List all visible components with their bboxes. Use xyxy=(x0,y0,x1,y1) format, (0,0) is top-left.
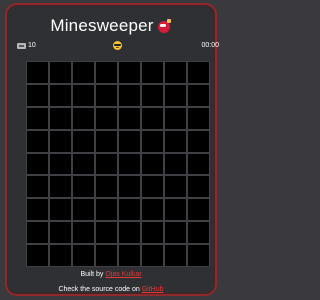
status-bar: 10 00:00 xyxy=(17,40,219,52)
minefield-cell[interactable] xyxy=(142,84,163,106)
sunglasses-face-icon xyxy=(114,44,121,46)
minefield-cell[interactable] xyxy=(119,199,140,221)
minefield-cell[interactable] xyxy=(27,245,48,266)
minefield-cell[interactable] xyxy=(27,176,48,198)
page-title: Minesweeper xyxy=(50,16,154,35)
minefield-cell[interactable] xyxy=(96,176,117,198)
minefield-cell[interactable] xyxy=(27,130,48,152)
built-by-text: Built by xyxy=(80,271,104,278)
minefield-cell[interactable] xyxy=(27,222,48,244)
minefield-cell[interactable] xyxy=(119,84,140,106)
minefield-cell[interactable] xyxy=(73,153,94,175)
minefield-cell[interactable] xyxy=(188,107,209,129)
minefield-cell[interactable] xyxy=(96,199,117,221)
minefield-cell[interactable] xyxy=(96,222,117,244)
minefield-cell[interactable] xyxy=(119,62,140,83)
minefield-cell[interactable] xyxy=(188,62,209,83)
minefield-cell[interactable] xyxy=(50,176,71,198)
minefield-cell[interactable] xyxy=(119,222,140,244)
minefield-cell[interactable] xyxy=(142,222,163,244)
minefield-cell[interactable] xyxy=(142,245,163,266)
flag-counter-icon xyxy=(17,43,26,49)
minefield-cell[interactable] xyxy=(27,107,48,129)
minefield-cell[interactable] xyxy=(96,62,117,83)
minefield-cell[interactable] xyxy=(50,199,71,221)
minefield-cell[interactable] xyxy=(188,176,209,198)
minefield-cell[interactable] xyxy=(165,62,186,83)
timer: 00:00 xyxy=(201,42,219,49)
minefield-cell[interactable] xyxy=(50,107,71,129)
built-by-line: Built by Ojas Kulkar xyxy=(7,270,215,280)
author-link[interactable]: Ojas Kulkar xyxy=(105,271,141,278)
minefield-cell[interactable] xyxy=(96,130,117,152)
minefield-cell[interactable] xyxy=(27,84,48,106)
minefield-cell[interactable] xyxy=(188,130,209,152)
minefield-cell[interactable] xyxy=(119,245,140,266)
flags-remaining: 10 xyxy=(28,42,36,49)
minefield-cell[interactable] xyxy=(142,130,163,152)
minefield-cell[interactable] xyxy=(73,62,94,83)
minefield-cell[interactable] xyxy=(142,153,163,175)
minefield-cell[interactable] xyxy=(27,153,48,175)
minefield-cell[interactable] xyxy=(73,222,94,244)
minefield-cell[interactable] xyxy=(50,153,71,175)
minefield-cell[interactable] xyxy=(96,245,117,266)
minefield-cell[interactable] xyxy=(142,107,163,129)
minefield-cell[interactable] xyxy=(96,84,117,106)
minefield-cell[interactable] xyxy=(119,176,140,198)
minefield-cell[interactable] xyxy=(165,222,186,244)
game-frame: Minesweeper 10 00:00 Built by Ojas Kulka… xyxy=(5,3,219,296)
minefield-cell[interactable] xyxy=(27,62,48,83)
flag-counter: 10 xyxy=(17,40,36,52)
source-line: Check the source code on GitHub xyxy=(7,285,215,295)
minefield-cell[interactable] xyxy=(50,84,71,106)
minefield-cell[interactable] xyxy=(165,176,186,198)
minefield-grid xyxy=(26,61,210,267)
minefield-cell[interactable] xyxy=(119,130,140,152)
minefield-cell[interactable] xyxy=(50,222,71,244)
minefield-cell[interactable] xyxy=(165,84,186,106)
minefield-cell[interactable] xyxy=(73,245,94,266)
minefield-cell[interactable] xyxy=(188,153,209,175)
minefield-cell[interactable] xyxy=(73,199,94,221)
reset-face-button[interactable] xyxy=(113,41,122,50)
minefield-cell[interactable] xyxy=(165,199,186,221)
minefield-cell[interactable] xyxy=(188,245,209,266)
minefield-cell[interactable] xyxy=(50,62,71,83)
bomb-icon xyxy=(157,19,172,33)
minefield-cell[interactable] xyxy=(142,62,163,83)
minefield-cell[interactable] xyxy=(188,199,209,221)
minefield-cell[interactable] xyxy=(142,176,163,198)
minefield-cell[interactable] xyxy=(142,199,163,221)
minefield-cell[interactable] xyxy=(188,222,209,244)
minefield-cell[interactable] xyxy=(165,245,186,266)
minefield-cell[interactable] xyxy=(165,153,186,175)
minefield-cell[interactable] xyxy=(50,130,71,152)
minefield-cell[interactable] xyxy=(73,107,94,129)
minefield-cell[interactable] xyxy=(165,130,186,152)
minefield-cell[interactable] xyxy=(27,199,48,221)
github-link[interactable]: GitHub xyxy=(142,286,164,293)
minefield-cell[interactable] xyxy=(119,153,140,175)
source-text: Check the source code on xyxy=(58,286,140,293)
minefield-cell[interactable] xyxy=(50,245,71,266)
minefield-cell[interactable] xyxy=(73,176,94,198)
header: Minesweeper xyxy=(7,14,215,38)
minefield-cell[interactable] xyxy=(73,84,94,106)
minefield-cell[interactable] xyxy=(188,84,209,106)
minefield-cell[interactable] xyxy=(165,107,186,129)
minefield-cell[interactable] xyxy=(96,153,117,175)
minefield-cell[interactable] xyxy=(96,107,117,129)
minefield-cell[interactable] xyxy=(119,107,140,129)
minefield-cell[interactable] xyxy=(73,130,94,152)
